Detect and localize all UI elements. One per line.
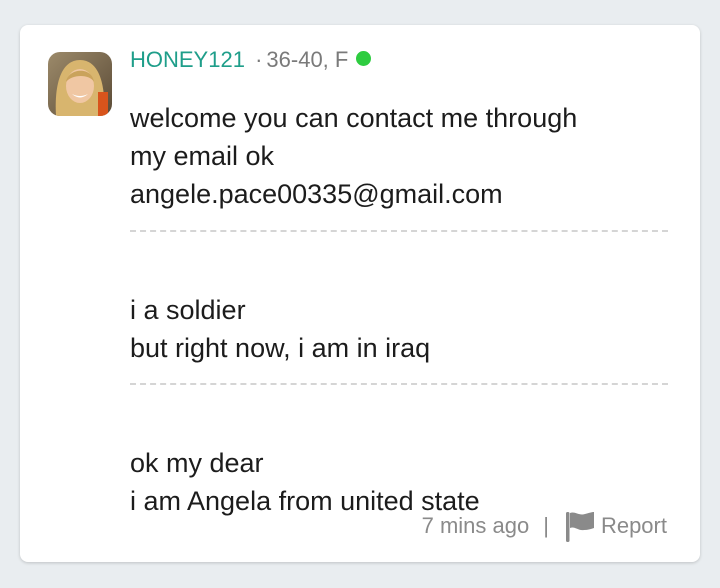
message-card: HONEY121 · 36-40, F welcome you can conta… <box>20 25 700 562</box>
post-header: HONEY121 · 36-40, F <box>130 46 372 74</box>
avatar[interactable] <box>48 52 112 116</box>
footer-divider: | <box>543 513 549 538</box>
meta-separator: · <box>255 47 263 72</box>
message-divider <box>130 383 668 385</box>
timestamp: 7 mins ago <box>421 513 530 538</box>
user-age-gender: 36-40, F <box>266 47 349 72</box>
user-photo-avatar-icon <box>48 52 112 116</box>
message-text-2: i a soldier but right now, i am in iraq <box>130 295 431 363</box>
message-text-1: welcome you can contact me through my em… <box>130 103 578 209</box>
report-button[interactable]: Report <box>563 509 667 543</box>
report-label: Report <box>600 513 667 538</box>
online-status-icon <box>356 51 372 66</box>
flag-icon <box>563 509 597 543</box>
message-divider <box>130 230 668 232</box>
username-link[interactable]: HONEY121 <box>130 47 245 72</box>
post-footer: 7 mins ago | Report <box>422 509 667 543</box>
